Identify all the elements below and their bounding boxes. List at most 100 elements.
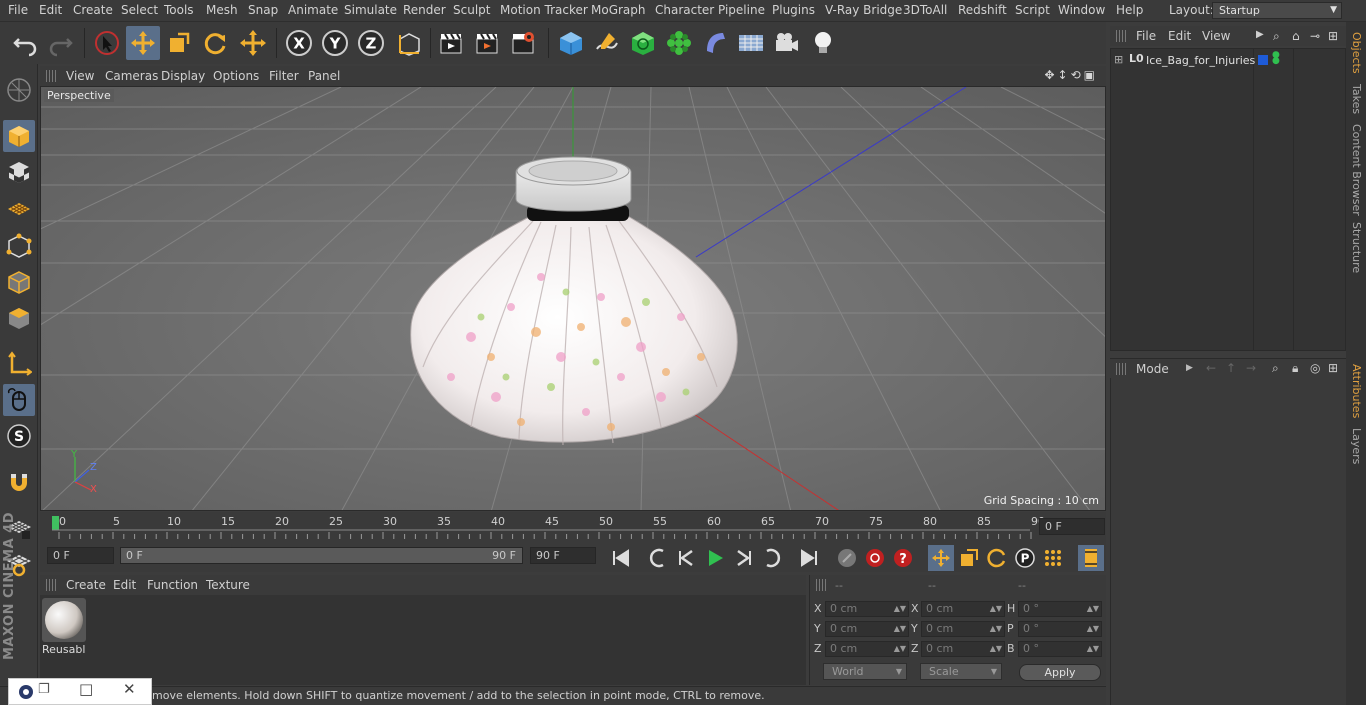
viewport-menu-cameras[interactable]: Cameras: [105, 69, 158, 83]
snap-button[interactable]: [3, 466, 35, 498]
render-settings-button[interactable]: [506, 26, 540, 60]
menu-redshift[interactable]: Redshift: [958, 3, 1007, 17]
stepper-icon[interactable]: ▲▼: [894, 602, 906, 616]
layer-color-tag[interactable]: [1258, 55, 1268, 65]
tab-objects[interactable]: Objects: [1350, 32, 1363, 74]
search-icon[interactable]: ⌕: [1272, 361, 1279, 376]
cloner-button[interactable]: [662, 26, 696, 60]
panel-grip-icon[interactable]: [1116, 30, 1126, 42]
deformer-button[interactable]: [698, 26, 732, 60]
material-menu-create[interactable]: Create: [66, 578, 106, 592]
rot-p-field[interactable]: 0 ° ▲▼: [1018, 621, 1102, 637]
transform-tool-button[interactable]: [236, 26, 270, 60]
cube-primitive-button[interactable]: [554, 26, 588, 60]
material-menu-texture[interactable]: Texture: [206, 578, 250, 592]
viewport-menu-display[interactable]: Display: [161, 69, 205, 83]
menu-character[interactable]: Character: [655, 3, 714, 17]
panel-grip-icon[interactable]: [1116, 363, 1126, 375]
up-arrow-icon[interactable]: ↑: [1226, 361, 1236, 375]
key-pla-button[interactable]: [1040, 545, 1066, 571]
am-menu-mode[interactable]: Mode: [1136, 362, 1169, 376]
timeline-ruler[interactable]: [40, 512, 1106, 542]
restore-icon[interactable]: ❐: [38, 682, 50, 697]
next-frame-button[interactable]: [730, 545, 756, 571]
tab-takes[interactable]: Takes: [1350, 84, 1363, 114]
visibility-dots-icon[interactable]: ● ●: [1272, 51, 1280, 66]
live-selection-button[interactable]: [90, 26, 124, 60]
goto-end-button[interactable]: [796, 545, 822, 571]
end-frame-field[interactable]: 90 F: [530, 547, 596, 564]
menu-vray-bridge[interactable]: V-Ray Bridge: [825, 3, 902, 17]
menu-simulate[interactable]: Simulate: [344, 3, 397, 17]
material-swatch[interactable]: [42, 598, 86, 642]
x-axis-lock-button[interactable]: X: [282, 26, 316, 60]
record-button[interactable]: [862, 545, 888, 571]
chevron-right-icon[interactable]: ▶: [1186, 363, 1193, 373]
menu-plugins[interactable]: Plugins: [772, 3, 815, 17]
menu-mograph[interactable]: MoGraph: [591, 3, 646, 17]
size-z-field[interactable]: 0 cm ▲▼: [921, 641, 1005, 657]
menu-select[interactable]: Select: [121, 3, 158, 17]
pan-icon[interactable]: ✥: [1044, 68, 1057, 82]
viewport-menu-panel[interactable]: Panel: [308, 69, 340, 83]
menu-script[interactable]: Script: [1015, 3, 1050, 17]
home-icon[interactable]: ⌂: [1292, 29, 1300, 43]
render-picture-viewer-button[interactable]: [470, 26, 504, 60]
start-frame-field[interactable]: 0 F: [47, 547, 114, 564]
menu-pipeline[interactable]: Pipeline: [718, 3, 765, 17]
tab-structure[interactable]: Structure: [1350, 222, 1363, 273]
coordinate-system-button[interactable]: [392, 26, 426, 60]
menu-edit[interactable]: Edit: [39, 3, 62, 17]
object-name[interactable]: Ice_Bag_for_Injuries: [1146, 54, 1255, 67]
viewport-menu-view[interactable]: View: [66, 69, 94, 83]
om-menu-view[interactable]: View: [1202, 29, 1230, 43]
camera-button[interactable]: [770, 26, 804, 60]
y-axis-lock-button[interactable]: Y: [318, 26, 352, 60]
menu-mesh[interactable]: Mesh: [206, 3, 238, 17]
menu-tools[interactable]: Tools: [164, 3, 194, 17]
layout-dropdown[interactable]: Startup ▼: [1212, 2, 1342, 19]
workplane-mode-button[interactable]: [3, 192, 35, 224]
tab-layers[interactable]: Layers: [1350, 428, 1363, 464]
stepper-icon[interactable]: ▲▼: [990, 642, 1002, 656]
panel-grip-icon[interactable]: [816, 579, 826, 591]
edges-mode-button[interactable]: [3, 266, 35, 298]
tab-content-browser[interactable]: Content Browser: [1350, 124, 1363, 216]
pen-spline-button[interactable]: [590, 26, 624, 60]
menu-create[interactable]: Create: [73, 3, 113, 17]
frame-range-slider[interactable]: 0 F 90 F: [120, 547, 523, 564]
target-icon[interactable]: ◎: [1310, 361, 1320, 375]
current-frame-field[interactable]: 0 F: [1039, 518, 1105, 535]
floor-button[interactable]: [734, 26, 768, 60]
menu-window[interactable]: Window: [1058, 3, 1105, 17]
panel-grip-icon[interactable]: [46, 579, 56, 591]
menu-sculpt[interactable]: Sculpt: [453, 3, 490, 17]
viewport-menu-filter[interactable]: Filter: [269, 69, 299, 83]
stepper-icon[interactable]: ▲▼: [1087, 622, 1099, 636]
perspective-viewport[interactable]: Y Z X Perspective Grid Spacing : 10 cm: [40, 86, 1106, 511]
key-rotation-button[interactable]: [984, 545, 1010, 571]
viewport-menu-options[interactable]: Options: [213, 69, 259, 83]
menu-3dtoall[interactable]: 3DToAll: [903, 3, 947, 17]
stepper-icon[interactable]: ▲▼: [1087, 642, 1099, 656]
back-arrow-icon[interactable]: ←: [1206, 361, 1216, 375]
close-icon[interactable]: ✕: [123, 680, 136, 698]
menu-file[interactable]: File: [8, 3, 28, 17]
stepper-icon[interactable]: ▲▼: [894, 642, 906, 656]
minimized-window-bar[interactable]: ❐ □ ✕: [8, 678, 152, 705]
play-button[interactable]: [702, 545, 728, 571]
stepper-icon[interactable]: ▲▼: [990, 622, 1002, 636]
chevron-right-icon[interactable]: ▶: [1256, 29, 1264, 40]
next-key-button[interactable]: [758, 545, 784, 571]
key-position-button[interactable]: [928, 545, 954, 571]
tab-attributes[interactable]: Attributes: [1350, 364, 1363, 418]
panel-grip-icon[interactable]: [46, 70, 56, 82]
size-x-field[interactable]: 0 cm ▲▼: [921, 601, 1005, 617]
lock-icon[interactable]: 🔒︎: [1292, 361, 1298, 376]
menu-snap[interactable]: Snap: [248, 3, 278, 17]
points-mode-button[interactable]: [3, 230, 35, 262]
subdivision-surface-button[interactable]: [626, 26, 660, 60]
undo-button[interactable]: [8, 26, 42, 60]
coordinate-space-dropdown[interactable]: World ▼: [823, 663, 907, 680]
material-menu-function[interactable]: Function: [147, 578, 198, 592]
